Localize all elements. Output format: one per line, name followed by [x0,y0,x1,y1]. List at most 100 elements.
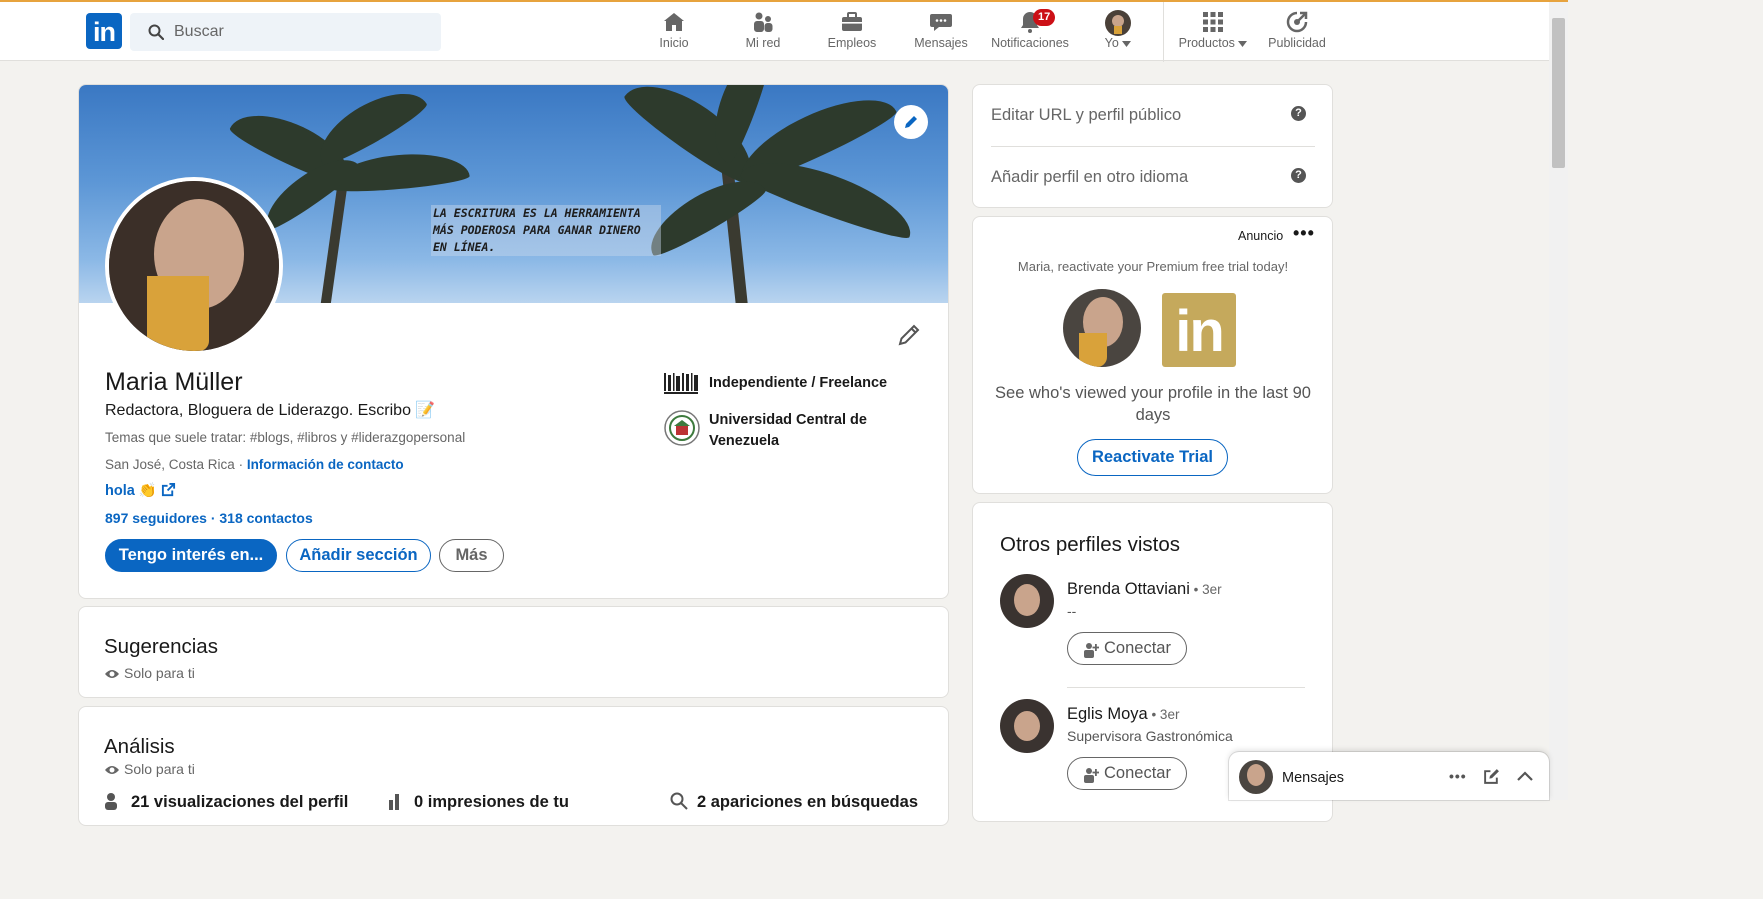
avatar [1239,760,1273,794]
connections-link[interactable]: 318 contactos [219,510,312,526]
reactivate-trial-button[interactable]: Reactivate Trial [1077,439,1228,476]
nav-divider [1163,2,1164,62]
nav-products-label: Productos [1178,36,1235,50]
messaging-overlay[interactable]: Mensajes ••• [1229,752,1549,800]
person-name-row[interactable]: Brenda Ottaviani • 3er [1067,580,1222,599]
person-avatar[interactable] [1000,699,1054,753]
pencil-icon [898,324,920,346]
bell-icon [990,10,1070,36]
search-icon [148,24,164,40]
bar-chart-icon [389,794,399,810]
person-name-row[interactable]: Eglis Moya • 3er [1067,705,1179,724]
counts-separator: · [206,510,220,526]
nav-advertise[interactable]: Publicidad [1266,10,1328,54]
people-icon [105,793,117,810]
pencil-icon [905,116,917,128]
global-nav: in Inicio Mi red Empleos Mensajes 17 Not… [0,0,1568,62]
messaging-icon [911,10,971,36]
nav-notifications-label: Notificaciones [991,36,1069,50]
connect-button[interactable]: Conectar [1067,757,1187,790]
profile-settings-card: Editar URL y perfil público ? Añadir per… [972,84,1333,208]
scrollbar-thumb[interactable] [1552,18,1565,168]
search-icon [670,792,688,810]
divider [1067,687,1305,688]
add-language-profile-link[interactable]: Añadir perfil en otro idioma [991,168,1188,187]
help-icon[interactable]: ? [1291,106,1306,121]
nav-messaging-label: Mensajes [914,36,968,50]
external-link-icon [161,482,175,497]
caret-down-icon [1238,41,1248,47]
analytics-card: Análisis Solo para ti 21 visualizaciones… [78,706,949,826]
add-section-button[interactable]: Añadir sección [286,539,431,572]
chevron-up-icon[interactable] [1517,770,1533,782]
analytics-impressions-label: 0 impresiones de tu [414,793,569,811]
followers-link[interactable]: 897 seguidores [105,510,207,526]
person-degree: • 3er [1147,707,1180,722]
nav-home-label: Inicio [659,36,689,50]
messaging-title: Mensajes [1282,770,1345,786]
linkedin-logo[interactable]: in [86,13,122,49]
analytics-profile-views[interactable]: 21 visualizaciones del perfil [104,792,348,812]
nav-jobs-label: Empleos [827,36,877,50]
education-school-label: Universidad Central de Venezuela [709,412,867,449]
suggestions-private-label: Solo para ti [124,665,195,681]
profile-location: San José, Costa Rica [105,457,235,472]
nav-network[interactable]: Mi red [737,10,789,54]
profile-photo[interactable] [105,177,283,355]
person-subtitle: -- [1067,603,1077,619]
linkedin-premium-logo: in [1162,293,1236,367]
edit-url-link[interactable]: Editar URL y perfil público [991,106,1181,125]
contact-info-link[interactable]: Información de contacto [247,457,404,472]
person-name: Eglis Moya [1067,705,1148,723]
home-icon [650,10,698,36]
people-also-viewed-title: Otros perfiles vistos [1000,533,1180,556]
caret-down-icon [1122,41,1132,47]
person-degree: • 3er [1189,582,1222,597]
analytics-title: Análisis [104,735,175,758]
university-seal [664,410,700,446]
edit-intro-button[interactable] [897,323,921,352]
profile-website-link[interactable]: hola 👏 [105,482,176,499]
analytics-search-appearances-label: 2 apariciones en búsquedas [697,793,918,811]
nav-network-label: Mi red [745,36,781,50]
nav-notifications[interactable]: 17 Notificaciones [990,9,1070,54]
connect-button[interactable]: Conectar [1067,632,1187,665]
person-avatar[interactable] [1000,574,1054,628]
more-button[interactable]: Más [439,539,504,572]
add-person-icon [1084,768,1099,783]
ad-menu-icon[interactable]: ••• [1293,223,1315,244]
eye-icon [105,670,119,678]
profile-topics: Temas que suele tratar: #blogs, #libros … [105,430,466,445]
search-input[interactable] [174,13,424,51]
nav-products[interactable]: Productos [1178,10,1248,54]
nav-messaging[interactable]: Mensajes [911,10,971,54]
suggestions-title: Sugerencias [104,635,218,658]
suggestions-private-note: Solo para ti [104,665,195,681]
nav-home[interactable]: Inicio [650,10,698,54]
ad-tagline: Maria, reactivate your Premium free tria… [1017,259,1289,274]
grid-icon [1178,10,1248,36]
edit-banner-button[interactable] [894,105,928,139]
nav-jobs[interactable]: Empleos [823,10,881,54]
profile-website-label: hola 👏 [105,483,157,499]
advertise-icon [1266,10,1328,36]
nav-me-label: Yo [1104,36,1119,50]
premium-ad-card: Anuncio ••• Maria, reactivate your Premi… [972,216,1333,494]
network-icon [737,10,789,36]
search-box[interactable] [130,13,441,51]
notifications-badge: 17 [1033,9,1056,26]
suggestions-card: Sugerencias Solo para ti [78,606,949,698]
add-person-icon [1084,643,1099,658]
connect-button-label: Conectar [1104,639,1171,657]
analytics-private-note: Solo para ti [104,761,195,777]
analytics-search-appearances[interactable]: 2 apariciones en búsquedas [670,792,918,812]
compose-icon[interactable] [1483,768,1500,785]
person-subtitle: Supervisora Gastronómica [1067,728,1233,744]
messaging-menu-icon[interactable]: ••• [1449,768,1467,784]
nav-me[interactable]: Yo [1098,10,1138,54]
open-to-button[interactable]: Tengo interés en... [105,539,277,572]
banner-quote: La escritura es la herramienta más poder… [431,205,661,256]
help-icon[interactable]: ? [1291,168,1306,183]
profile-location-row: San José, Costa Rica · Información de co… [105,457,404,472]
analytics-impressions[interactable]: 0 impresiones de tu [387,792,569,812]
